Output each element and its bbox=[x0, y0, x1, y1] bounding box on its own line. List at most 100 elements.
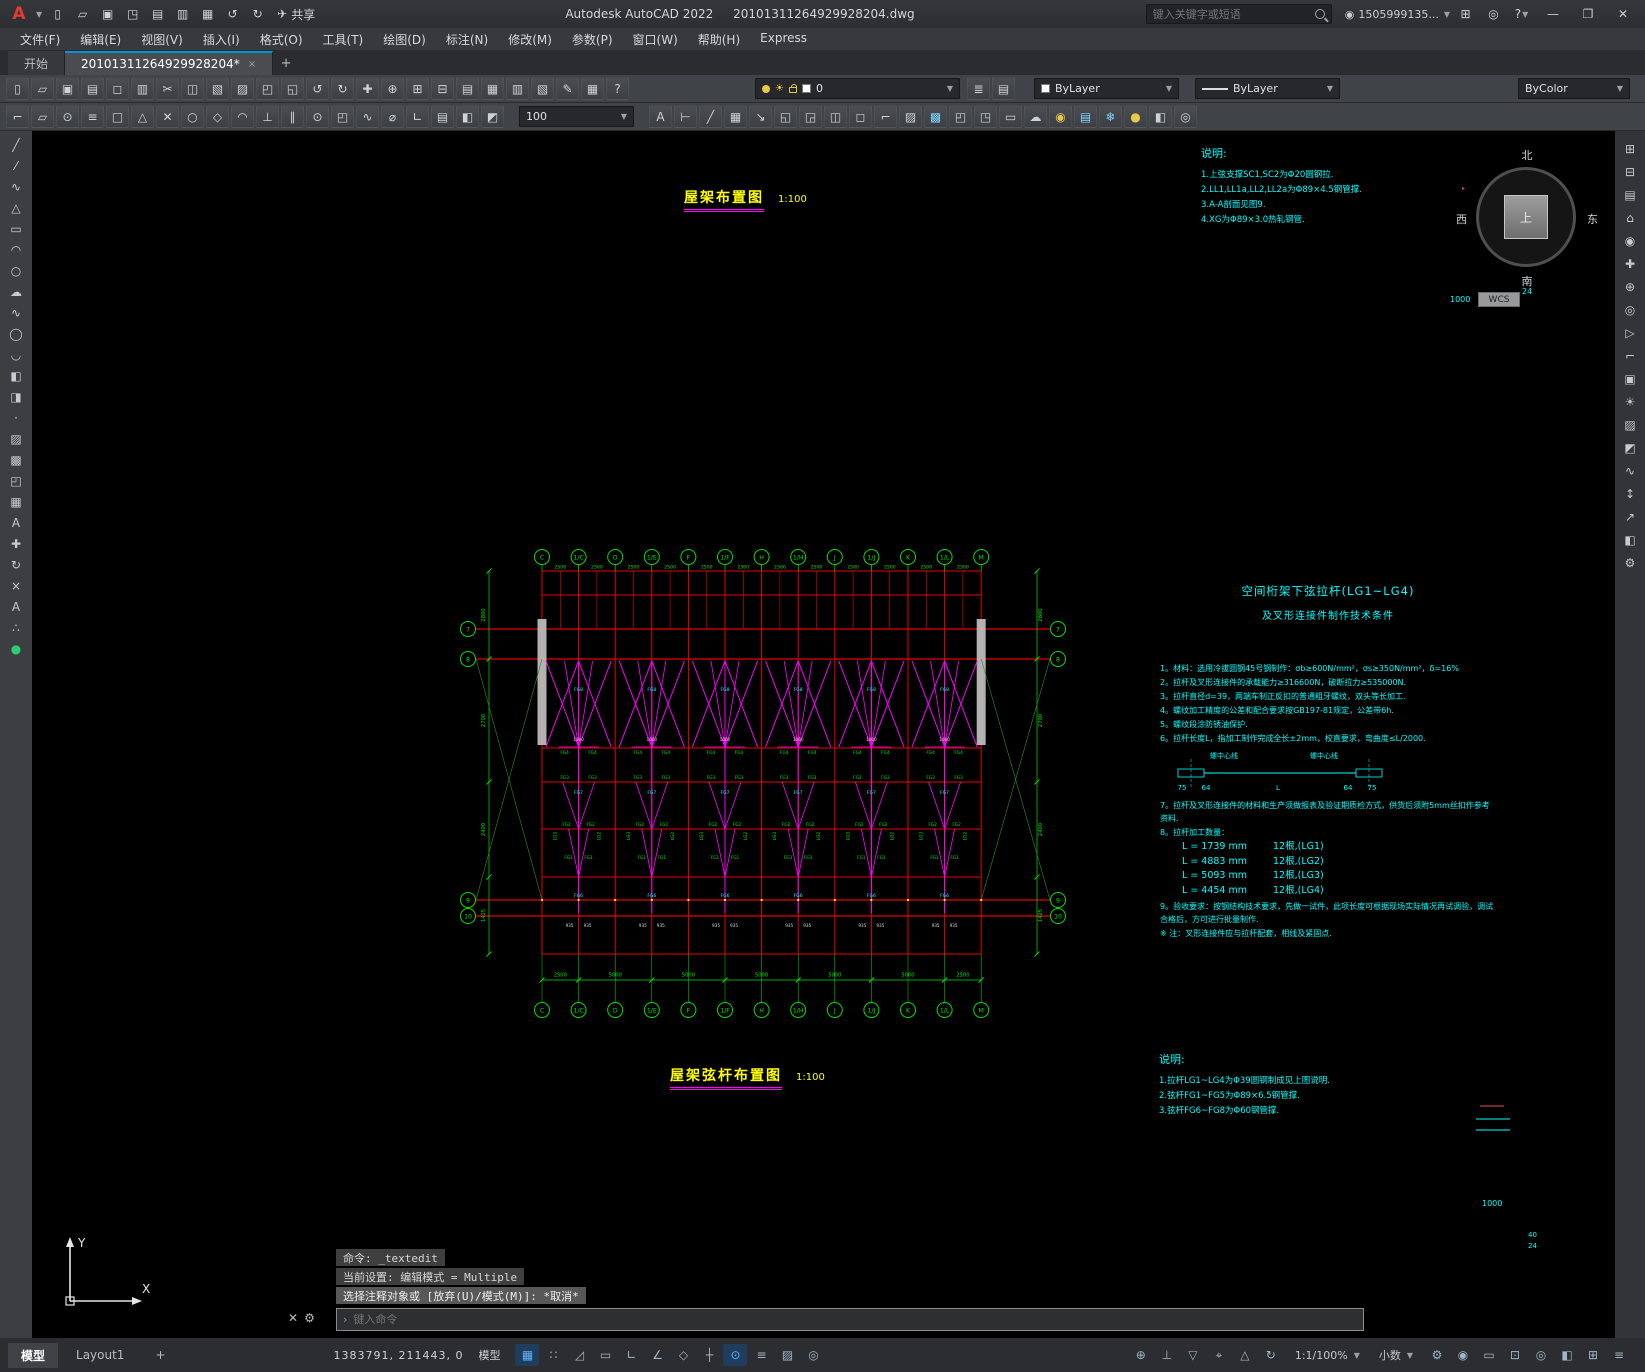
color-dot-icon[interactable]: ● bbox=[4, 639, 28, 659]
search-input[interactable] bbox=[1152, 7, 1315, 21]
linetype-combo[interactable]: ByLayer ▼ bbox=[1195, 78, 1340, 99]
isolate-objects-icon[interactable]: ◎ bbox=[1529, 1344, 1553, 1366]
make-current-layer-icon[interactable]: ◉ bbox=[1049, 105, 1072, 128]
osnap-endpoint-icon[interactable]: □ bbox=[106, 105, 129, 128]
paste-icon[interactable]: ▧ bbox=[206, 77, 229, 100]
group-icon[interactable]: ◫ bbox=[824, 105, 847, 128]
lights-icon[interactable]: ☀ bbox=[1618, 392, 1642, 412]
plot-icon[interactable]: ▤ bbox=[81, 77, 104, 100]
annotation-visibility-icon[interactable]: △ bbox=[1233, 1344, 1257, 1366]
revision-cloud-icon[interactable]: ☁ bbox=[4, 282, 28, 302]
gizmo-icon[interactable]: ⌖ bbox=[1207, 1344, 1231, 1366]
help-icon[interactable]: ? bbox=[606, 77, 629, 100]
multiline-text-icon[interactable]: A bbox=[4, 513, 28, 533]
save-to-web-icon[interactable]: ▥ bbox=[171, 3, 194, 26]
menu-item[interactable]: 插入(I) bbox=[193, 29, 250, 50]
sheet-set-manager-icon[interactable]: ▧ bbox=[531, 77, 554, 100]
insert-block-icon[interactable]: ◧ bbox=[4, 366, 28, 386]
selection-cycling-icon[interactable]: ◎ bbox=[801, 1344, 825, 1366]
drawing-canvas[interactable]: C C 1/C 1/C D D 1/E 1/E F F 1/F 1/F H H 1/H 1/H J J 1/J 1/J… bbox=[32, 131, 1615, 1338]
annotation-scale-combo[interactable]: 1:1/100% ▼ bbox=[1288, 1347, 1367, 1364]
menu-item[interactable]: 工具(T) bbox=[313, 29, 374, 50]
layer-combo[interactable]: ☀ 0 ▼ bbox=[755, 78, 960, 99]
gradient-icon[interactable]: ▩ bbox=[924, 105, 947, 128]
notifications-icon[interactable]: ◎ bbox=[1482, 3, 1505, 26]
customize-icon[interactable]: ≡ bbox=[1607, 1344, 1631, 1366]
menu-item[interactable]: 视图(V) bbox=[131, 29, 193, 50]
viewcube-north-label[interactable]: 北 bbox=[1456, 147, 1598, 163]
draw-order-back-icon[interactable]: ◲ bbox=[799, 105, 822, 128]
plotstyle-combo[interactable]: ByColor ▼ bbox=[1518, 78, 1630, 99]
app-menu-caret-icon[interactable]: ▼ bbox=[36, 10, 42, 19]
undo-icon[interactable]: ↺ bbox=[306, 77, 329, 100]
ellipse-icon[interactable]: ◯ bbox=[4, 324, 28, 344]
share-button[interactable]: ✈ 共享 bbox=[277, 6, 315, 23]
save-icon[interactable]: ▣ bbox=[96, 3, 119, 26]
motion-path-icon[interactable]: ∿ bbox=[1618, 461, 1642, 481]
erase-icon[interactable]: × bbox=[4, 576, 28, 596]
mleader-icon[interactable]: ↘ bbox=[749, 105, 772, 128]
minimize-button[interactable]: — bbox=[1537, 1, 1569, 27]
menu-item[interactable]: 绘图(D) bbox=[373, 29, 436, 50]
circle-icon[interactable]: ○ bbox=[4, 261, 28, 281]
cut-icon[interactable]: ✂ bbox=[156, 77, 179, 100]
new-layout-button[interactable]: + bbox=[142, 1344, 178, 1366]
fly-icon[interactable]: ↗ bbox=[1618, 507, 1642, 527]
camera-icon[interactable]: ▣ bbox=[1618, 369, 1642, 389]
table-icon[interactable]: ▦ bbox=[724, 105, 747, 128]
3d-object-snap-icon[interactable]: ⊕ bbox=[1129, 1344, 1153, 1366]
osnap-nearest-icon[interactable]: ∿ bbox=[356, 105, 379, 128]
model-space-button[interactable]: 模型 bbox=[468, 1344, 510, 1366]
object-snap-tracking-icon[interactable]: ┼ bbox=[697, 1344, 721, 1366]
viewcube-west-label[interactable]: 西 bbox=[1456, 211, 1467, 227]
selection-filter-icon[interactable]: ▽ bbox=[1181, 1344, 1205, 1366]
layer-lock-icon[interactable]: ◧ bbox=[1149, 105, 1172, 128]
text-size-combo[interactable]: 100 ▼ bbox=[519, 106, 634, 127]
transparency-icon[interactable]: ▨ bbox=[775, 1344, 799, 1366]
redo-icon[interactable]: ↻ bbox=[246, 3, 269, 26]
layer-freeze-icon[interactable]: ❄ bbox=[1099, 105, 1122, 128]
layer-walk-icon[interactable]: ▤ bbox=[1074, 105, 1097, 128]
text-style-icon[interactable]: A bbox=[649, 105, 672, 128]
boundary-icon[interactable]: ◰ bbox=[949, 105, 972, 128]
named-ucs-icon[interactable]: ▤ bbox=[431, 105, 454, 128]
polygon-icon[interactable]: △ bbox=[4, 198, 28, 218]
hatch-icon[interactable]: ▨ bbox=[899, 105, 922, 128]
workspace-switching-icon[interactable]: ⚙ bbox=[1425, 1344, 1449, 1366]
command-customize-icon[interactable]: ⚙ bbox=[304, 1311, 315, 1325]
open-icon[interactable]: ▱ bbox=[31, 77, 54, 100]
menu-item[interactable]: 格式(O) bbox=[250, 29, 313, 50]
visual-style-icon[interactable]: ◧ bbox=[1618, 530, 1642, 550]
plot-icon[interactable]: ▦ bbox=[196, 3, 219, 26]
pan-icon[interactable]: ✚ bbox=[356, 77, 379, 100]
snap-mode-icon[interactable]: ∷ bbox=[541, 1344, 565, 1366]
menu-item[interactable]: Express bbox=[750, 29, 817, 50]
osnap-insert-icon[interactable]: ◰ bbox=[331, 105, 354, 128]
arc-icon[interactable]: ◠ bbox=[4, 240, 28, 260]
help-search-box[interactable] bbox=[1145, 4, 1332, 24]
app-store-icon[interactable]: ⊞ bbox=[1454, 3, 1477, 26]
publish-icon[interactable]: ▥ bbox=[131, 77, 154, 100]
revision-cloud-icon[interactable]: ☁ bbox=[1024, 105, 1047, 128]
xref-icon[interactable]: ◱ bbox=[281, 77, 304, 100]
viewport-grid-icon[interactable]: ⊞ bbox=[1618, 139, 1642, 159]
units-combo[interactable]: 小数 ▼ bbox=[1372, 1345, 1420, 1365]
region-icon[interactable]: ◳ bbox=[974, 105, 997, 128]
point-style-icon[interactable]: ∴ bbox=[4, 618, 28, 638]
viewcube-east-label[interactable]: 东 bbox=[1587, 211, 1598, 227]
materials-icon[interactable]: ▨ bbox=[1618, 415, 1642, 435]
markup-set-manager-icon[interactable]: ✎ bbox=[556, 77, 579, 100]
designcenter-icon[interactable]: ▦ bbox=[481, 77, 504, 100]
infer-constraints-icon[interactable]: ◿ bbox=[567, 1344, 591, 1366]
id-point-icon[interactable]: ⊙ bbox=[56, 105, 79, 128]
layer-states-icon[interactable]: ▤ bbox=[992, 77, 1015, 100]
section-icon[interactable]: ⌐ bbox=[1618, 346, 1642, 366]
draw-order-front-icon[interactable]: ◱ bbox=[774, 105, 797, 128]
menu-item[interactable]: 参数(P) bbox=[562, 29, 623, 50]
list-icon[interactable]: ≡ bbox=[81, 105, 104, 128]
settings-icon[interactable]: ⚙ bbox=[1618, 553, 1642, 573]
rotate-icon[interactable]: ↻ bbox=[4, 555, 28, 575]
3d-views-icon[interactable]: ◩ bbox=[481, 105, 504, 128]
show-motion-icon[interactable]: ▷ bbox=[1618, 323, 1642, 343]
home-icon[interactable]: ⌂ bbox=[1618, 208, 1642, 228]
